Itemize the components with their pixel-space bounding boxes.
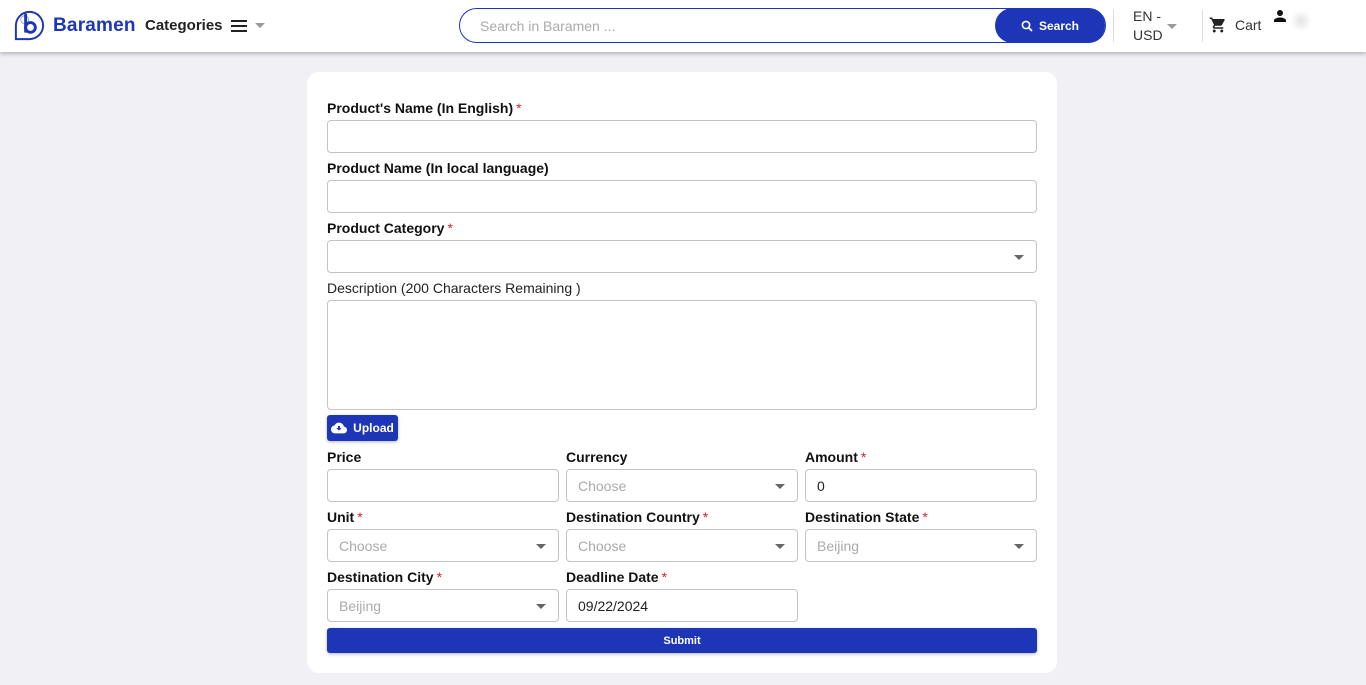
dropdown-arrow-icon (536, 544, 546, 549)
cart-link[interactable]: Cart (1209, 16, 1261, 34)
unit-select[interactable]: Choose (327, 529, 559, 562)
currency-label: Currency (566, 449, 628, 465)
language-currency-selector[interactable]: EN - USD (1133, 7, 1163, 45)
categories-menu[interactable]: Categories (145, 17, 265, 34)
required-asterisk: * (922, 509, 928, 525)
product-category-label: Product Category (327, 220, 445, 236)
field-deadline-date: Deadline Date * (566, 569, 798, 622)
search-icon (1021, 20, 1033, 32)
required-asterisk: * (661, 569, 668, 585)
cart-label: Cart (1235, 17, 1262, 33)
required-asterisk: * (702, 509, 709, 525)
chevron-down-icon (254, 23, 265, 28)
destination-city-value: Beijing (339, 598, 382, 614)
dropdown-arrow-icon (1014, 255, 1024, 260)
cloud-upload-icon (331, 422, 348, 434)
brand-name[interactable]: Baramen (53, 15, 136, 37)
field-destination-country: Destination Country * Choose (566, 509, 798, 562)
currency-label: USD (1133, 27, 1163, 43)
hamburger-icon (230, 19, 247, 32)
field-product-category: Product Category * (327, 220, 1037, 273)
destination-country-select[interactable]: Choose (566, 529, 798, 562)
destination-state-value: Beijing (817, 538, 860, 554)
upload-button[interactable]: Upload (327, 415, 398, 441)
field-unit: Unit * Choose (327, 509, 559, 562)
search-bar: Search (459, 8, 1106, 43)
field-price: Price (327, 449, 559, 502)
required-asterisk: * (860, 449, 867, 465)
deadline-date-input[interactable] (566, 589, 798, 622)
currency-value: Choose (578, 478, 627, 494)
dropdown-arrow-icon (775, 484, 785, 489)
user-avatar-blurred (1290, 10, 1312, 32)
unit-value: Choose (339, 538, 388, 554)
user-account-icon[interactable] (1271, 7, 1289, 25)
field-currency: Currency Choose (566, 449, 798, 502)
field-amount: Amount * (805, 449, 1037, 502)
search-input[interactable] (480, 9, 990, 42)
chevron-down-icon (1167, 24, 1177, 29)
categories-label: Categories (145, 17, 223, 34)
top-navbar: Baramen Categories Search EN - USD Cart (0, 0, 1366, 52)
price-label: Price (327, 449, 362, 465)
dropdown-arrow-icon (536, 604, 546, 609)
deadline-date-label: Deadline Date (566, 569, 659, 585)
field-product-name-en: Product's Name (In English) * (327, 100, 1037, 153)
search-button[interactable]: Search (995, 8, 1105, 43)
description-label: Description (200 Characters Remaining ) (327, 280, 581, 296)
field-destination-city: Destination City * Beijing (327, 569, 559, 622)
product-request-form: Product's Name (In English) * Product Nam… (307, 72, 1057, 673)
field-destination-state: Destination State * Beijing (805, 509, 1037, 562)
product-name-local-label: Product Name (In local language) (327, 160, 549, 176)
unit-label: Unit (327, 509, 355, 525)
language-label: EN - (1133, 8, 1161, 24)
cart-icon (1209, 17, 1225, 33)
product-category-select[interactable] (327, 240, 1037, 273)
destination-country-label: Destination Country (566, 509, 700, 525)
required-asterisk: * (447, 220, 453, 236)
search-button-label: Search (1038, 18, 1080, 33)
amount-input[interactable] (805, 469, 1037, 502)
required-asterisk: * (516, 100, 522, 116)
upload-button-label: Upload (353, 421, 394, 435)
destination-city-label: Destination City (327, 569, 434, 585)
dropdown-arrow-icon (775, 544, 785, 549)
product-name-en-input[interactable] (327, 120, 1037, 153)
required-asterisk: * (357, 509, 363, 525)
description-textarea[interactable] (327, 300, 1037, 410)
currency-select[interactable]: Choose (566, 469, 798, 502)
destination-state-select[interactable]: Beijing (805, 529, 1037, 562)
submit-button[interactable]: Submit (327, 628, 1037, 653)
product-name-en-label: Product's Name (In English) (327, 100, 514, 116)
divider (1113, 10, 1114, 42)
baramen-logo-icon[interactable] (12, 8, 47, 43)
destination-city-select[interactable]: Beijing (327, 589, 559, 622)
field-description: Description (200 Characters Remaining ) (327, 280, 1037, 410)
product-name-local-input[interactable] (327, 180, 1037, 213)
required-asterisk: * (436, 569, 443, 585)
amount-label: Amount (805, 449, 858, 465)
destination-state-label: Destination State (805, 509, 920, 525)
divider (1202, 10, 1203, 42)
field-product-name-local: Product Name (In local language) (327, 160, 1037, 213)
destination-country-value: Choose (578, 538, 627, 554)
dropdown-arrow-icon (1014, 544, 1024, 549)
price-input[interactable] (327, 469, 559, 502)
